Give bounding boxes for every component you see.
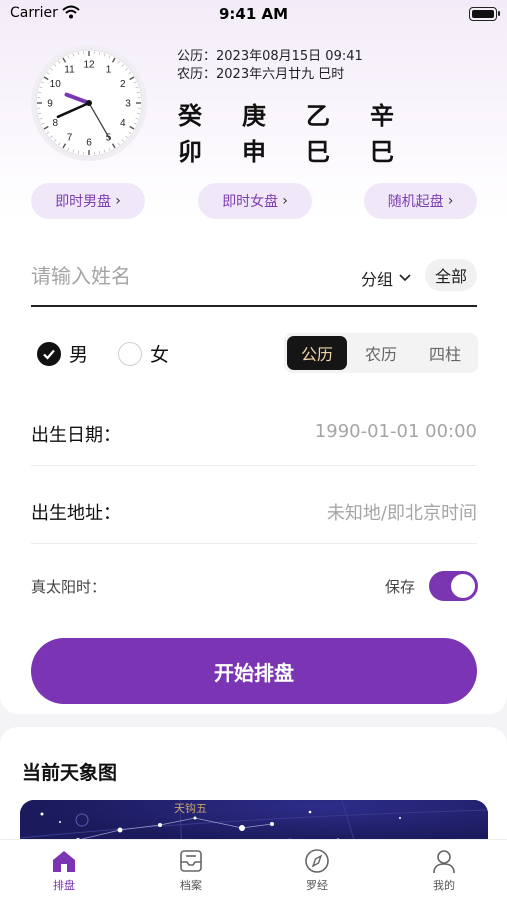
birth-place-row[interactable]: 出生地址： 未知地/即北京时间: [31, 490, 477, 530]
clock-numeral: 9: [47, 99, 53, 110]
clock-numeral: 2: [120, 79, 126, 90]
name-input[interactable]: [31, 262, 341, 290]
month-branch: 申: [242, 137, 266, 166]
day-stem: 乙: [306, 101, 330, 130]
random-chart-button[interactable]: 随机起盘 ›: [364, 183, 477, 219]
analog-clock: 121234567891011: [31, 45, 147, 161]
birth-date-value[interactable]: 1990-01-01 00:00: [315, 421, 477, 442]
clock-numeral: 7: [67, 132, 73, 143]
day-branch: 巳: [306, 137, 330, 166]
tab-chart-label: 排盘: [53, 879, 75, 892]
tab-profile-label: 我的: [433, 879, 455, 892]
save-label: 保存: [385, 578, 416, 596]
tab-profile[interactable]: 我的: [404, 848, 484, 893]
toggle-knob: [451, 574, 475, 598]
divider: [31, 543, 477, 544]
chevron-right-icon: ›: [282, 193, 288, 209]
true-solar-time-label: 真太阳时：: [31, 578, 107, 596]
lunar-date: 农历：2023年六月廿九 巳时: [177, 67, 345, 82]
calendar-type-selector: 公历 农历 四柱: [284, 333, 478, 373]
battery-icon: [469, 7, 500, 21]
sky-title: 当前天象图: [22, 762, 118, 784]
tab-solar-calendar[interactable]: 公历: [287, 336, 347, 370]
gender-male-label: 男: [69, 344, 89, 366]
gender-female-option[interactable]: 女: [118, 340, 169, 367]
chevron-down-icon: [399, 274, 411, 282]
group-select[interactable]: 分组: [361, 266, 411, 290]
home-icon: [53, 851, 75, 872]
archive-icon: [180, 850, 202, 872]
clock-numeral: 1: [106, 65, 112, 76]
status-bar: Carrier 9:41 AM: [0, 0, 507, 28]
clock-numeral: 12: [83, 60, 95, 71]
chevron-right-icon: ›: [115, 193, 121, 209]
tab-archive[interactable]: 档案: [151, 848, 231, 893]
year-stem: 癸: [178, 101, 202, 130]
gender-female-label: 女: [150, 344, 170, 366]
tab-chart[interactable]: 排盘: [24, 848, 104, 893]
birth-place-value[interactable]: 未知地/即北京时间: [327, 499, 477, 525]
group-label: 分组: [361, 270, 394, 289]
gender-male-option[interactable]: 男: [37, 340, 88, 367]
heavenly-stems: 癸 庚 乙 辛: [178, 96, 434, 131]
star-label: 天钩五: [174, 801, 207, 815]
tab-compass[interactable]: 罗经: [277, 848, 357, 893]
tab-bar: 排盘 档案 罗经 我的: [0, 839, 507, 900]
instant-male-chart-button[interactable]: 即时男盘 ›: [31, 183, 145, 219]
name-underline: [31, 305, 477, 307]
status-time: 9:41 AM: [218, 5, 289, 23]
clock-numeral: 11: [64, 65, 75, 76]
all-group-button[interactable]: 全部: [425, 259, 477, 291]
clock-numeral: 4: [120, 118, 126, 129]
random-chart-label: 随机起盘: [387, 194, 444, 210]
save-toggle[interactable]: [429, 571, 478, 601]
month-stem: 庚: [242, 101, 266, 130]
chevron-right-icon: ›: [447, 193, 454, 209]
clock-numeral: 10: [50, 79, 62, 90]
instant-female-label: 即时女盘: [222, 194, 279, 210]
radio-unchecked-icon: [118, 341, 142, 366]
instant-male-label: 即时男盘: [55, 194, 112, 210]
tab-compass-label: 罗经: [306, 879, 328, 892]
solar-date: 公历：2023年08月15日 09:41: [177, 49, 363, 64]
year-branch: 卯: [178, 137, 202, 166]
instant-female-chart-button[interactable]: 即时女盘 ›: [198, 183, 312, 219]
birth-date-label: 出生日期：: [31, 425, 121, 446]
hour-branch: 巳: [370, 137, 394, 166]
clock-numeral: 8: [52, 118, 58, 129]
tab-archive-label: 档案: [180, 879, 202, 892]
clock-numeral: 3: [125, 99, 131, 110]
tab-lunar-calendar[interactable]: 农历: [351, 336, 411, 370]
start-chart-button[interactable]: 开始排盘: [31, 638, 477, 704]
divider: [31, 465, 477, 466]
birth-place-label: 出生地址：: [31, 503, 121, 524]
clock-numeral: 6: [86, 138, 92, 149]
hour-stem: 辛: [370, 101, 394, 130]
profile-icon: [433, 850, 455, 874]
tab-four-pillars[interactable]: 四柱: [415, 336, 475, 370]
radio-checked-icon: [37, 341, 61, 366]
birth-date-row[interactable]: 出生日期： 1990-01-01 00:00: [31, 412, 477, 452]
earthly-branches: 卯 申 巳 巳: [178, 132, 434, 167]
compass-icon: [305, 849, 329, 873]
